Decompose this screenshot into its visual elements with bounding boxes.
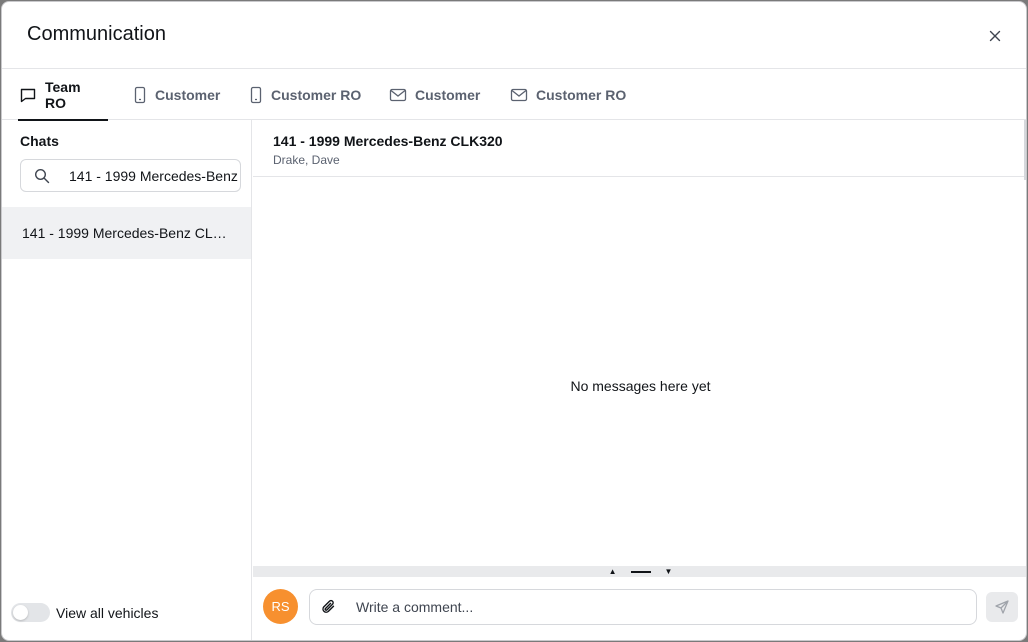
channel-tabs: Team RO Customer Customer RO Customer Cu… bbox=[2, 69, 1026, 121]
tab-team-ro[interactable]: Team RO bbox=[18, 69, 108, 121]
tab-customer-email[interactable]: Customer bbox=[389, 69, 485, 120]
comment-input[interactable] bbox=[356, 590, 956, 624]
phone-icon bbox=[250, 86, 262, 103]
scrollbar[interactable] bbox=[1024, 120, 1026, 180]
conversation-subtitle: Drake, Dave bbox=[273, 153, 340, 167]
send-button[interactable] bbox=[986, 592, 1018, 622]
chat-list-item[interactable]: 141 - 1999 Mercedes-Benz CLK320 bbox=[2, 207, 251, 259]
conversation-header: 141 - 1999 Mercedes-Benz CLK320 Drake, D… bbox=[253, 120, 1026, 177]
tab-label: Team RO bbox=[45, 78, 81, 111]
chat-item-label: 141 - 1999 Mercedes-Benz CLK320 bbox=[22, 225, 232, 241]
phone-icon bbox=[134, 86, 146, 103]
tab-customer-ro-phone[interactable]: Customer RO bbox=[249, 69, 366, 120]
dialog-header: Communication bbox=[2, 2, 1026, 69]
send-icon bbox=[995, 600, 1009, 614]
conversation-panel: 141 - 1999 Mercedes-Benz CLK320 Drake, D… bbox=[253, 120, 1026, 640]
communication-dialog: Communication Team RO Customer Customer … bbox=[1, 1, 1027, 641]
mail-icon bbox=[510, 88, 528, 101]
tab-label: Customer bbox=[415, 86, 481, 103]
tab-customer-ro-email[interactable]: Customer RO bbox=[510, 69, 631, 120]
tab-customer-phone[interactable]: Customer bbox=[133, 69, 225, 120]
composer-resize-handle[interactable]: ▲ ▼ bbox=[253, 566, 1026, 577]
comment-composer: RS bbox=[253, 577, 1026, 640]
search-icon bbox=[34, 168, 50, 184]
tab-label: Customer RO bbox=[536, 86, 627, 103]
comment-box bbox=[309, 589, 977, 625]
chat-search bbox=[20, 159, 241, 192]
chats-heading: Chats bbox=[20, 133, 59, 149]
view-all-vehicles-label: View all vehicles bbox=[56, 604, 159, 621]
empty-state-message: No messages here yet bbox=[570, 378, 711, 394]
chat-bubble-icon bbox=[20, 88, 36, 102]
avatar: RS bbox=[263, 589, 298, 624]
view-all-vehicles-toggle-row[interactable]: View all vehicles bbox=[11, 603, 158, 622]
arrow-up-icon: ▲ bbox=[608, 566, 617, 576]
dialog-title: Communication bbox=[27, 23, 166, 45]
conversation-title: 141 - 1999 Mercedes-Benz CLK320 bbox=[273, 133, 503, 149]
close-button[interactable] bbox=[985, 26, 1005, 46]
close-icon bbox=[989, 30, 1001, 42]
mail-icon bbox=[389, 88, 407, 101]
chat-search-input[interactable] bbox=[69, 160, 239, 191]
chats-sidebar: Chats 141 - 1999 Mercedes-Benz CLK320 Vi… bbox=[2, 120, 252, 640]
paperclip-icon[interactable] bbox=[320, 598, 338, 616]
view-all-vehicles-toggle[interactable] bbox=[11, 603, 50, 622]
tab-label: Customer RO bbox=[271, 86, 362, 103]
arrow-down-icon: ▼ bbox=[664, 566, 673, 576]
drag-handle-icon bbox=[630, 570, 651, 573]
tab-label: Customer bbox=[155, 86, 221, 103]
